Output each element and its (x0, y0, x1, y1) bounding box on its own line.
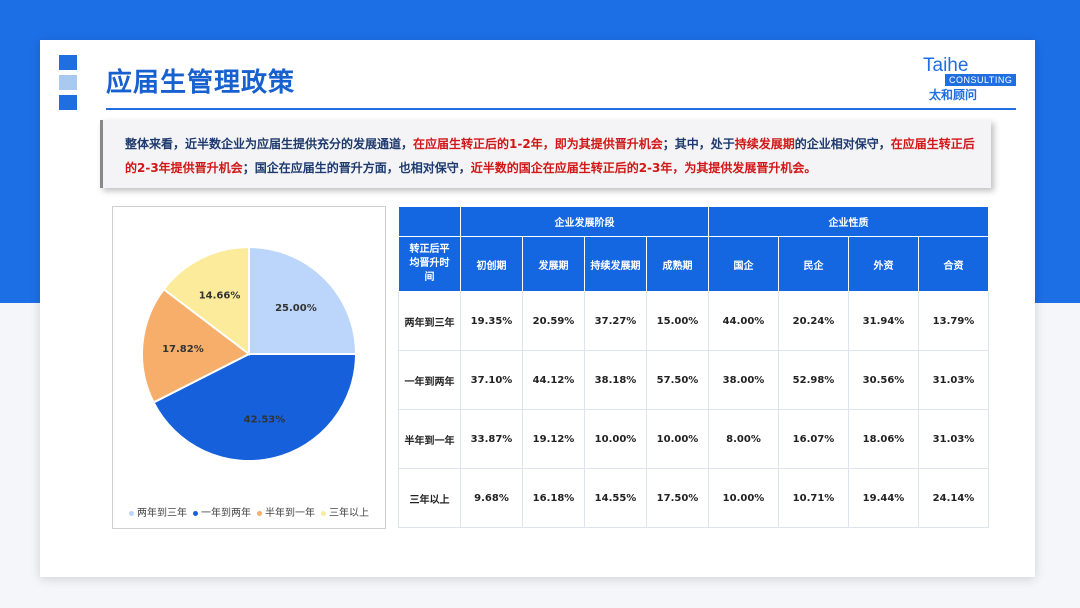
legend-item: 两年到三年 (129, 504, 187, 519)
table-cell: 31.03% (918, 409, 989, 469)
table-cell: 31.94% (848, 291, 919, 351)
summary-highlight: 近半数的国企在应届生转正后的2-3年，为其提供发展晋升机会。 (470, 161, 817, 175)
table-cell: 10.00% (646, 409, 709, 469)
title-square-icon (59, 95, 77, 110)
legend-label: 一年到两年 (201, 508, 251, 519)
legend-label: 半年到一年 (265, 508, 315, 519)
pie-chart-panel: 25.00% 42.53% 17.82% 14.66% (112, 206, 386, 529)
table-cell: 19.35% (460, 291, 523, 351)
table-corner-cell (398, 206, 461, 237)
table-cell: 20.24% (778, 291, 849, 351)
page-title: 应届生管理政策 (106, 68, 296, 98)
summary-segment: ；国企在应届生的晋升方面，也相对保守， (242, 161, 471, 175)
table-column-header: 成熟期 (646, 236, 709, 292)
table-cell: 18.06% (848, 409, 919, 469)
table-cell: 38.18% (584, 350, 647, 410)
logo-tag: CONSULTING (945, 74, 1017, 86)
table-row-label: 半年到一年 (398, 409, 461, 469)
legend-item: 三年以上 (321, 504, 369, 519)
legend-item: 一年到两年 (193, 504, 251, 519)
table-column-header: 外资 (848, 236, 919, 292)
table-row-label: 一年到两年 (398, 350, 461, 410)
table-cell: 24.14% (918, 468, 989, 528)
summary-segment: 整体来看，近半数企业为应届生提供充分的发展通道， (125, 137, 414, 151)
legend-label: 三年以上 (329, 508, 369, 519)
table-cell: 17.50% (646, 468, 709, 528)
table-cell: 8.00% (708, 409, 779, 469)
pie-data-label: 42.53% (244, 415, 286, 426)
legend-item: 半年到一年 (257, 504, 315, 519)
pie-data-label: 17.82% (162, 344, 204, 355)
legend-dot-icon (193, 510, 198, 516)
title-square-icon (59, 55, 77, 70)
pie-chart: 25.00% 42.53% 17.82% 14.66% (141, 245, 358, 462)
summary-highlight: 持续发展期 (734, 137, 795, 151)
summary-segment: ；其中，处于 (662, 137, 735, 151)
table-group-header: 企业发展阶段 (460, 206, 709, 237)
table-cell: 33.87% (460, 409, 523, 469)
table-group-header: 企业性质 (708, 206, 989, 237)
summary-highlight: 在应届生转正后的1-2年，即为其提供晋升机会 (413, 137, 663, 151)
table-cell: 15.00% (646, 291, 709, 351)
table-cell: 16.07% (778, 409, 849, 469)
table-column-header: 国企 (708, 236, 779, 292)
table-cell: 44.00% (708, 291, 779, 351)
data-table: 企业发展阶段 企业性质 转正后平均晋升时间 初创期 发展期 持续发展期 成熟期 国企 民企 外资… (398, 206, 989, 528)
legend-dot-icon (257, 510, 262, 516)
title-square-icon (59, 75, 77, 90)
table-column-header-row: 转正后平均晋升时间 初创期 发展期 持续发展期 成熟期 国企 民企 外资 合资 (398, 236, 989, 292)
table-cell: 52.98% (778, 350, 849, 410)
table-cell: 31.03% (918, 350, 989, 410)
table-row-label: 三年以上 (398, 468, 461, 528)
table-row: 半年到一年 33.87% 19.12% 10.00% 10.00% 8.00% 16.07%… (398, 409, 989, 469)
table-cell: 10.71% (778, 468, 849, 528)
table-cell: 9.68% (460, 468, 523, 528)
table-row: 两年到三年 19.35% 20.59% 37.27% 15.00% 44.00% 20.24… (398, 291, 989, 351)
table-cell: 10.00% (584, 409, 647, 469)
table-cell: 10.00% (708, 468, 779, 528)
table-row: 三年以上 9.68% 16.18% 14.55% 17.50% 10.00% 10.71% 1… (398, 468, 989, 528)
table-cell: 14.55% (584, 468, 647, 528)
table-group-header-row: 企业发展阶段 企业性质 (398, 206, 989, 237)
table-cell: 19.12% (522, 409, 585, 469)
table-cell: 13.79% (918, 291, 989, 351)
summary-segment: 的企业相对保守， (794, 137, 891, 151)
table-row-header-label: 转正后平均晋升时间 (398, 236, 461, 292)
table-cell: 44.12% (522, 350, 585, 410)
table-column-header: 民企 (778, 236, 849, 292)
table-cell: 16.18% (522, 468, 585, 528)
pie-data-label: 25.00% (275, 303, 317, 314)
table-column-header: 初创期 (460, 236, 523, 292)
table-row-label: 两年到三年 (398, 291, 461, 351)
pie-slice-1 (248, 245, 358, 356)
table-column-header: 发展期 (522, 236, 585, 292)
table-row: 一年到两年 37.10% 44.12% 38.18% 57.50% 38.00% 52.98… (398, 350, 989, 410)
pie-data-label: 14.66% (199, 291, 241, 302)
table-cell: 37.27% (584, 291, 647, 351)
table-cell: 20.59% (522, 291, 585, 351)
title-divider (106, 108, 1016, 110)
legend-dot-icon (129, 510, 134, 516)
table-column-header: 合资 (918, 236, 989, 292)
table-cell: 30.56% (848, 350, 919, 410)
table-cell: 57.50% (646, 350, 709, 410)
pie-legend: 两年到三年 一年到两年 半年到一年 三年以上 (129, 504, 375, 519)
table-cell: 37.10% (460, 350, 523, 410)
summary-box: 整体来看，近半数企业为应届生提供充分的发展通道，在应届生转正后的1-2年，即为其… (100, 120, 991, 188)
summary-text: 整体来看，近半数企业为应届生提供充分的发展通道，在应届生转正后的1-2年，即为其… (125, 132, 975, 180)
table-cell: 38.00% (708, 350, 779, 410)
logo-chinese: 太和顾问 (929, 88, 978, 102)
legend-dot-icon (321, 510, 326, 516)
table-column-header: 持续发展期 (584, 236, 647, 292)
legend-label: 两年到三年 (137, 508, 187, 519)
table-cell: 19.44% (848, 468, 919, 528)
